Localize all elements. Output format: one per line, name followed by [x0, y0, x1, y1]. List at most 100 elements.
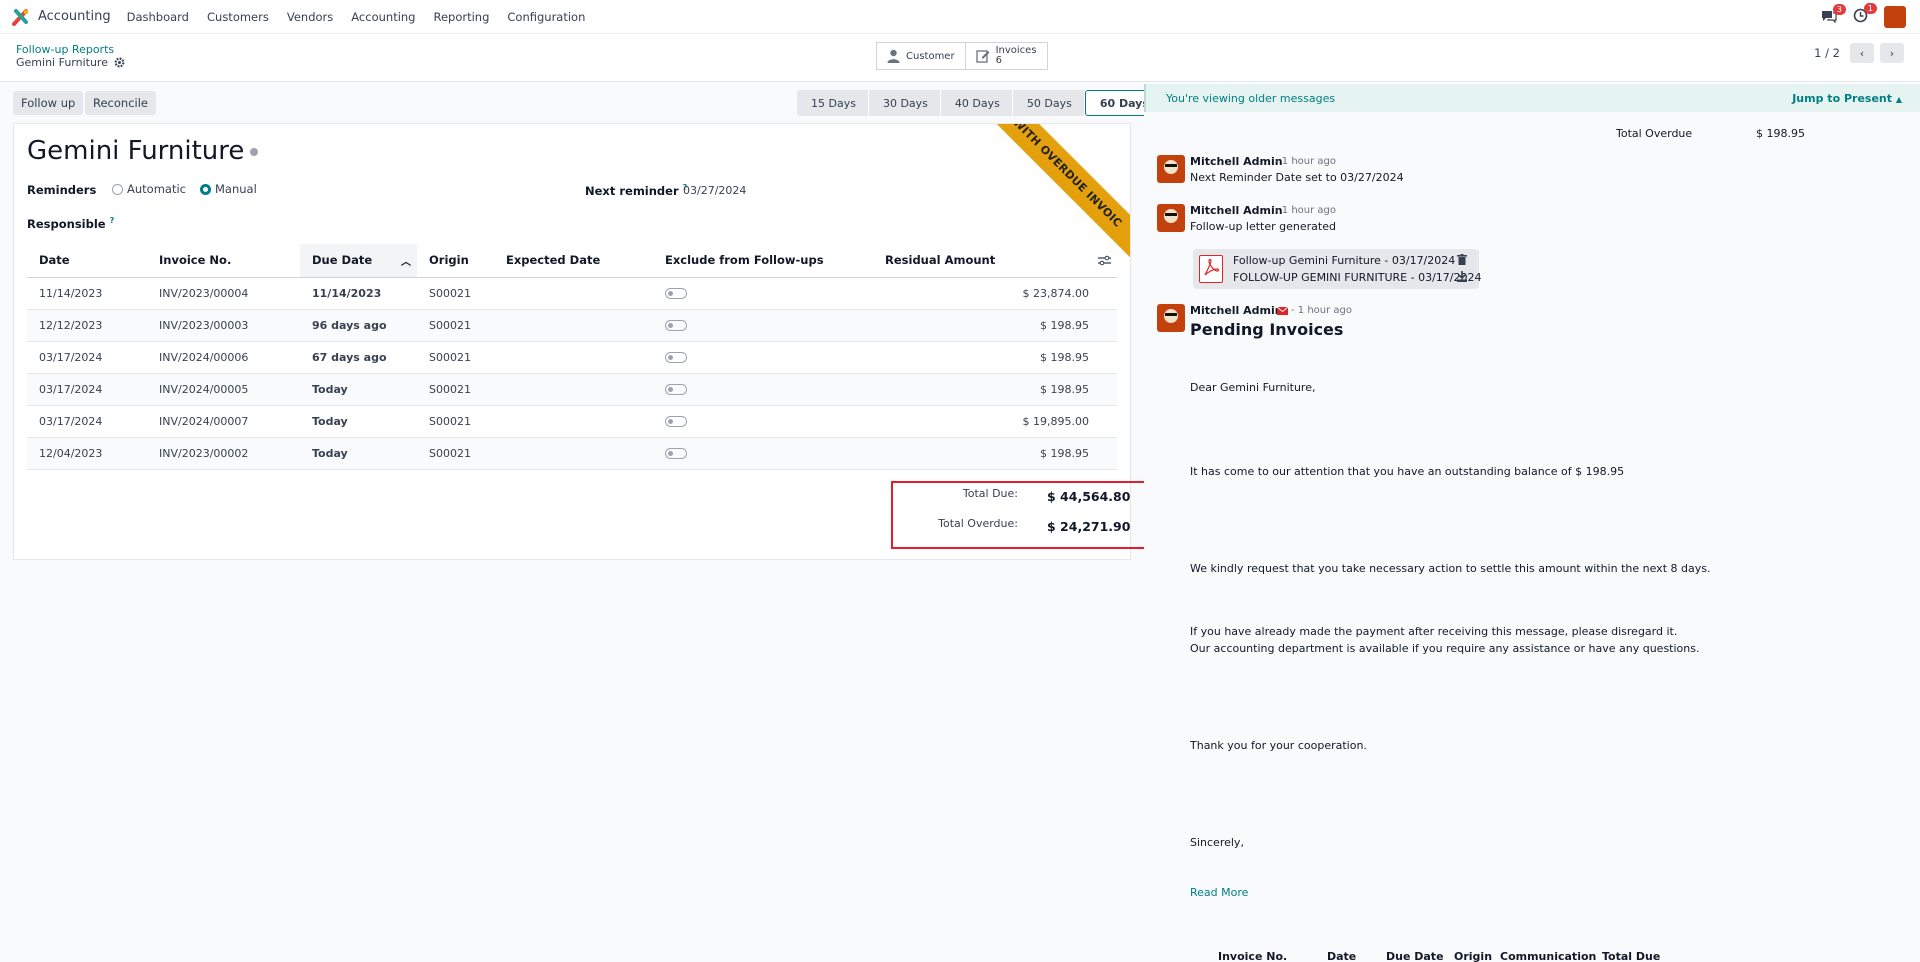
cell-date: 12/12/2023 [27, 309, 147, 342]
pager-value[interactable]: 1 / 2 [1814, 46, 1840, 60]
message-time: - 1 hour ago [1291, 305, 1353, 316]
filter-15-days[interactable]: 15 Days [797, 90, 869, 116]
letter-col-origin: Origin [1454, 950, 1493, 962]
table-row[interactable]: 12/12/2023 INV/2023/00003 96 days ago S0002… [27, 309, 1117, 342]
exclude-toggle[interactable] [665, 288, 687, 299]
menu-dashboard[interactable]: Dashboard [127, 10, 189, 24]
cell-date: 11/14/2023 [27, 277, 147, 310]
cell-date: 03/17/2024 [27, 341, 147, 374]
next-reminder-field[interactable]: 03/27/2024 [683, 184, 746, 197]
author-avatar[interactable] [1157, 304, 1185, 332]
table-row[interactable]: 03/17/2024 INV/2024/00006 67 days ago S0002… [27, 341, 1117, 374]
jump-to-present-link[interactable]: Jump to Present ▲ [1792, 92, 1902, 105]
table-row[interactable]: 12/04/2023 INV/2023/00002 Today S00021 $ 198… [27, 437, 1117, 470]
cell-invoice-no[interactable]: INV/2023/00003 [147, 309, 300, 342]
pager-previous[interactable]: ‹ [1850, 43, 1874, 63]
responsible-help[interactable]: ? [110, 216, 115, 225]
menu-customers[interactable]: Customers [207, 10, 269, 24]
exclude-toggle[interactable] [665, 352, 687, 363]
radio-manual[interactable]: Manual [199, 182, 257, 196]
customer-smart-button[interactable]: Customer [876, 42, 966, 70]
table-row[interactable]: 03/17/2024 INV/2024/00005 Today S00021 $ 198… [27, 373, 1117, 406]
menu-accounting[interactable]: Accounting [351, 10, 415, 24]
top-total-overdue-label: Total Overdue [1616, 127, 1693, 140]
pager-next[interactable]: › [1880, 43, 1904, 63]
message-author[interactable]: Mitchell Admin [1190, 304, 1283, 317]
col-exclude[interactable]: Exclude from Follow-ups [653, 244, 873, 278]
gear-icon[interactable] [114, 57, 125, 68]
cell-invoice-no[interactable]: INV/2023/00002 [147, 437, 300, 470]
download-icon[interactable] [1457, 271, 1467, 282]
read-more-link[interactable]: Read More [1190, 886, 1248, 899]
letter-col-total-due: Total Due [1602, 950, 1661, 962]
accounting-logo-icon[interactable] [12, 8, 30, 26]
filter-40-days[interactable]: 40 Days [940, 90, 1013, 116]
cell-origin: S00021 [417, 341, 494, 374]
chevron-left-icon: ‹ [1859, 46, 1865, 60]
col-invoice-no[interactable]: Invoice No. [147, 244, 300, 278]
author-avatar[interactable] [1157, 204, 1185, 232]
cell-exclude [653, 277, 873, 310]
cell-invoice-no[interactable]: INV/2024/00006 [147, 341, 300, 374]
author-avatar[interactable] [1157, 155, 1185, 183]
message-author[interactable]: Mitchell Admin [1190, 155, 1283, 168]
menu-vendors[interactable]: Vendors [287, 10, 333, 24]
next-reminder-label-wrap: Next reminder ? [585, 183, 687, 198]
radio-manual-circle[interactable] [199, 184, 211, 195]
invoices-count: 6 [995, 55, 1002, 66]
filter-50-days[interactable]: 50 Days [1012, 90, 1085, 116]
col-due-date[interactable]: Due Date ︿ [300, 244, 417, 278]
cell-invoice-no[interactable]: INV/2024/00007 [147, 405, 300, 438]
col-expected-date[interactable]: Expected Date [494, 244, 653, 278]
menu-configuration[interactable]: Configuration [507, 10, 585, 24]
breadcrumb-parent[interactable]: Follow-up Reports [16, 43, 114, 56]
exclude-toggle[interactable] [665, 320, 687, 331]
col-residual-amount[interactable]: Residual Amount [873, 244, 1117, 278]
exclude-toggle[interactable] [665, 416, 687, 427]
reconcile-button[interactable]: Reconcile [85, 91, 156, 115]
cell-expected-date [494, 277, 653, 310]
cell-due-date: 67 days ago [300, 341, 417, 374]
cell-residual-amount: $ 198.95 [873, 373, 1117, 406]
partner-name-wrap: Gemini Furniture [27, 136, 259, 166]
attachment-name: Follow-up Gemini Furniture - 03/17/2024 [1233, 254, 1456, 267]
invoices-smart-button[interactable]: Invoices 6 [965, 42, 1048, 70]
col-date[interactable]: Date [27, 244, 147, 278]
message-time: - 1 hour ago [1275, 156, 1337, 167]
message-author[interactable]: Mitchell Admin [1190, 204, 1283, 217]
cell-invoice-no[interactable]: INV/2023/00004 [147, 277, 300, 310]
col-due-date-label: Due Date [312, 252, 373, 267]
message-body: Follow-up letter generated [1190, 220, 1336, 233]
exclude-toggle[interactable] [665, 448, 687, 459]
radio-automatic[interactable]: Automatic [112, 182, 186, 196]
chevron-right-icon: › [1889, 46, 1895, 60]
user-icon [887, 49, 900, 63]
table-row[interactable]: 11/14/2023 INV/2023/00004 11/14/2023 S00021… [27, 277, 1117, 310]
app-title[interactable]: Accounting [38, 9, 111, 24]
letter-disregard: If you have already made the payment aft… [1190, 625, 1678, 638]
filter-30-days[interactable]: 30 Days [868, 90, 941, 116]
menu-reporting[interactable]: Reporting [433, 10, 489, 24]
status-dot[interactable] [250, 147, 259, 156]
letter-balance: It has come to our attention that you ha… [1190, 465, 1625, 478]
exclude-toggle[interactable] [665, 384, 687, 395]
activities-button[interactable]: 1 [1853, 3, 1877, 26]
messages-button[interactable]: 3 [1821, 3, 1846, 26]
table-row[interactable]: 03/17/2024 INV/2024/00007 Today S00021 $ 19,… [27, 405, 1117, 438]
attachment-card[interactable]: Follow-up Gemini Furniture - 03/17/2024 … [1193, 249, 1482, 289]
chatter-panel: You're viewing older messages Jump to Pr… [1144, 82, 1920, 962]
cell-invoice-no[interactable]: INV/2024/00005 [147, 373, 300, 406]
messages-badge: 3 [1832, 3, 1846, 15]
col-residual-amount-label: Residual Amount [885, 253, 996, 268]
follow-up-button[interactable]: Follow up [13, 91, 84, 115]
col-origin[interactable]: Origin [417, 244, 494, 278]
column-settings-icon[interactable] [1098, 255, 1111, 266]
reminders-label: Reminders [27, 183, 97, 197]
caret-up-icon: ▲ [1895, 94, 1902, 104]
radio-automatic-circle[interactable] [112, 184, 123, 195]
user-avatar[interactable] [1884, 6, 1906, 28]
cell-due-date: 96 days ago [300, 309, 417, 342]
letter-request: We kindly request that you take necessar… [1190, 562, 1711, 575]
table-header-row: Date Invoice No. Due Date ︿ Origin Expec… [27, 244, 1117, 278]
trash-icon[interactable] [1457, 254, 1467, 265]
